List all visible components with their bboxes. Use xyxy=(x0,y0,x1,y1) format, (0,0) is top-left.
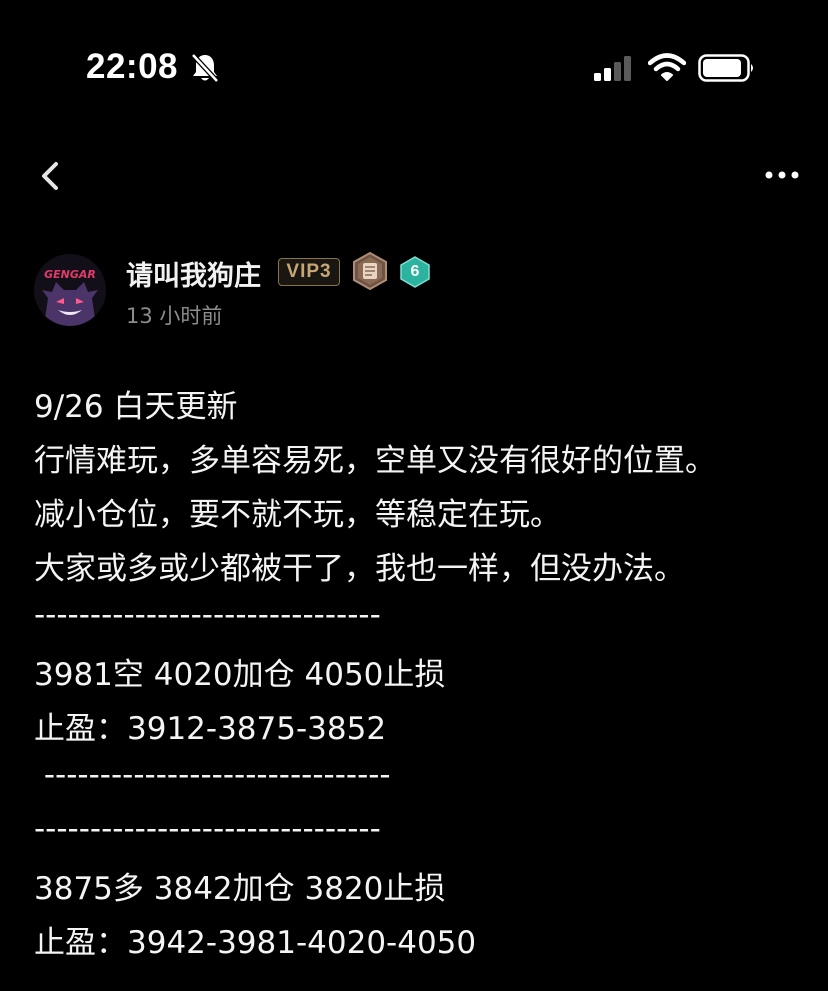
post-line: 减小仓位，要不就不玩，等稳定在玩。 xyxy=(34,497,561,533)
post-line: 3875多 3842加仓 3820止损 xyxy=(34,871,446,907)
post-line: 3981空 4020加仓 4050止损 xyxy=(34,657,446,693)
post-body: 9/26 白天更新 行情难玩，多单容易死，空单又没有很好的位置。 减小仓位，要不… xyxy=(34,0,814,961)
post-line: 行情难玩，多单容易死，空单又没有很好的位置。 xyxy=(34,443,716,479)
post-line: 大家或多或少都被干了，我也一样，但没办法。 xyxy=(34,551,685,587)
post-line: 9/26 白天更新 xyxy=(34,389,238,425)
post-line: ------------------------------- xyxy=(34,757,391,793)
post-line: 止盈：3912-3875-3852 xyxy=(34,711,387,747)
post-line: ------------------------------- xyxy=(34,811,381,847)
post-line: ------------------------------- xyxy=(34,597,381,633)
post-line: 止盈：3942-3981-4020-4050 xyxy=(34,925,477,961)
